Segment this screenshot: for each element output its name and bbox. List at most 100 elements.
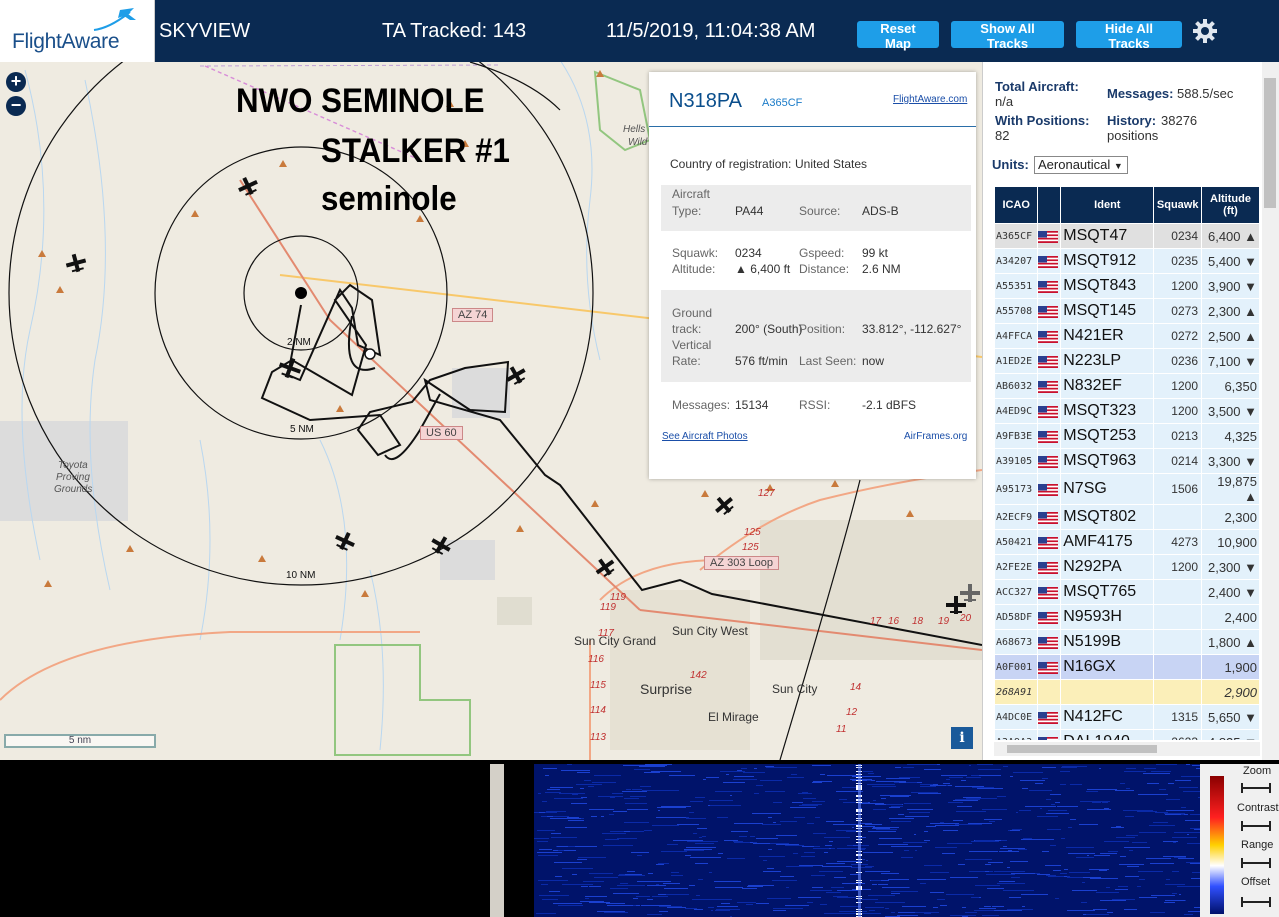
logo-text: FlightAware [12,30,120,53]
airframes-link[interactable]: AirFrames.org [904,431,967,442]
table-row[interactable]: A34207 MSQT912 0235 5,400 ▼ [994,248,1260,274]
table-row[interactable]: A2ECF9 MSQT802 2,300 [994,504,1260,530]
cell-altitude: 3,300 ▼ [1201,448,1260,474]
table-row[interactable]: A4DC0E N412FC 1315 5,650 ▼ [994,704,1260,730]
table-row[interactable]: A9FB3E MSQT253 0213 4,325 [994,423,1260,449]
units-select[interactable]: Aeronautical ▼ [1034,156,1128,174]
lastseen-value: now [862,354,885,368]
zoom-out-icon[interactable]: − [6,96,26,116]
app-name: SKYVIEW [159,20,251,42]
table-row[interactable]: A1ED2E N223LP 0236 7,100 ▼ [994,348,1260,374]
column-header-icao[interactable]: ICAO [994,186,1039,224]
scale-bar: 5 nm [4,734,156,748]
zoom-label: Zoom [1243,765,1272,777]
cell-altitude: 3,900 ▼ [1201,273,1260,299]
exit-114: 114 [590,705,606,716]
cell-squawk: 1200 [1153,373,1202,399]
country-value: United States [795,157,868,171]
table-row[interactable]: A2FE2E N292PA 1200 2,300 ▼ [994,554,1260,580]
cell-ident: MSQT47 [1060,223,1155,249]
cell-ident: DAL1940 [1060,729,1155,740]
cell-squawk [1153,654,1202,680]
town-el-mirage: El Mirage [708,710,759,724]
offset-slider[interactable] [1240,896,1272,908]
cell-altitude: 3,500 ▼ [1201,398,1260,424]
us-flag-icon [1037,423,1062,449]
see-aircraft-photos-link[interactable]: See Aircraft Photos [662,431,748,442]
flightaware-link[interactable]: FlightAware.com [893,94,967,105]
cell-altitude: 10,900 [1201,529,1260,555]
position-value: 33.812°, -112.627° [862,322,962,336]
cell-icao: A2FE2E [994,554,1039,580]
hide-all-tracks-button[interactable]: Hide All Tracks [1076,21,1182,51]
table-row[interactable]: A4ED9C MSQT323 1200 3,500 ▼ [994,398,1260,424]
zoom-in-icon[interactable]: + [6,72,26,92]
table-row[interactable]: A95173 N7SG 1506 19,875 ▲ [994,473,1260,505]
table-row[interactable]: AD58DF N9593H 2,400 [994,604,1260,630]
road-az303: AZ 303 Loop [704,556,779,570]
cell-icao: A9FB3E [994,423,1039,449]
with-positions-label: With Positions: [995,113,1090,128]
cell-squawk: 0213 [1153,423,1202,449]
cell-icao: A39105 [994,448,1039,474]
cell-icao: A95173 [994,473,1039,505]
table-row[interactable]: 268A91 2,900 [994,679,1260,705]
offset-label: Offset [1241,876,1271,888]
vertical-scrollbar-thumb[interactable] [1264,78,1276,208]
cell-ident: N5199B [1060,629,1155,655]
horizontal-scrollbar[interactable] [994,742,1260,756]
table-row[interactable]: A55708 MSQT145 0273 2,300 ▲ [994,298,1260,324]
cell-squawk: 1315 [1153,704,1202,730]
cell-squawk: 1200 [1153,398,1202,424]
us-flag-icon [1037,579,1062,605]
table-row[interactable]: A39105 MSQT963 0214 3,300 ▼ [994,448,1260,474]
contrast-slider[interactable] [1240,820,1272,832]
popup-icao: A365CF [762,97,803,109]
table-row[interactable]: A68673 N5199B 1,800 ▲ [994,629,1260,655]
table-row[interactable]: A55351 MSQT843 1200 3,900 ▼ [994,273,1260,299]
cell-squawk [1153,579,1202,605]
waterfall-divider[interactable] [490,764,504,917]
aircraft-type-label-2: Type: [672,204,702,218]
place-toyota-2: Proving [56,472,90,483]
table-row[interactable]: ACC327 MSQT765 2,400 ▼ [994,579,1260,605]
column-header-squawk[interactable]: Squawk [1153,186,1202,224]
cell-ident: MSQT963 [1060,448,1155,474]
zoom-slider[interactable] [1240,782,1272,794]
range-slider[interactable] [1240,857,1272,869]
column-header-ident[interactable]: Ident [1060,186,1155,224]
table-row[interactable]: A365CF MSQT47 0234 6,400 ▲ [994,223,1260,249]
ring-label-10nm: 10 NM [286,570,316,581]
waterfall-spectrum[interactable] [534,764,1224,917]
gear-icon[interactable] [1192,18,1218,44]
cell-icao: A55351 [994,273,1039,299]
table-row[interactable]: A50421 AMF4175 4273 10,900 [994,529,1260,555]
table-row[interactable]: AB6032 N832EF 1200 6,350 [994,373,1260,399]
reset-map-button[interactable]: Reset Map [857,21,939,51]
table-row[interactable]: A0F001 N16GX 1,900 [994,654,1260,680]
vrate-label-1: Vertical [672,338,712,352]
units-label: Units: [992,157,1029,172]
cell-squawk: 1200 [1153,273,1202,299]
cell-altitude: 5,650 ▼ [1201,704,1260,730]
show-all-tracks-button[interactable]: Show All Tracks [951,21,1064,51]
info-icon[interactable]: i [951,727,973,749]
exit-142: 142 [690,670,707,681]
vertical-scrollbar[interactable] [1262,62,1279,760]
flightaware-logo[interactable]: FlightAware [0,0,155,62]
cell-icao: ACC327 [994,579,1039,605]
horizontal-scrollbar-thumb[interactable] [1007,745,1157,753]
table-row[interactable]: A4FFCA N421ER 0272 2,500 ▲ [994,323,1260,349]
altitude-value: ▲ 6,400 ft [735,262,791,276]
cell-altitude: 2,400 ▼ [1201,579,1260,605]
table-row[interactable]: A3A9A3 DAL194026234,825 ▼ [994,729,1260,740]
ground-track-label-2: track: [672,322,702,336]
us-flag-icon [1037,248,1062,274]
squawk-label: Squawk: [672,246,719,260]
cell-squawk: 0272 [1153,323,1202,349]
source-value: ADS-B [862,204,899,218]
with-positions-value: 82 [995,128,1010,143]
skyview-app: FlightAware SKYVIEW TA Tracked: 143 11/5… [0,0,1279,917]
column-header-altitude[interactable]: Altitude (ft) [1201,186,1260,224]
us-flag-icon [1037,373,1062,399]
